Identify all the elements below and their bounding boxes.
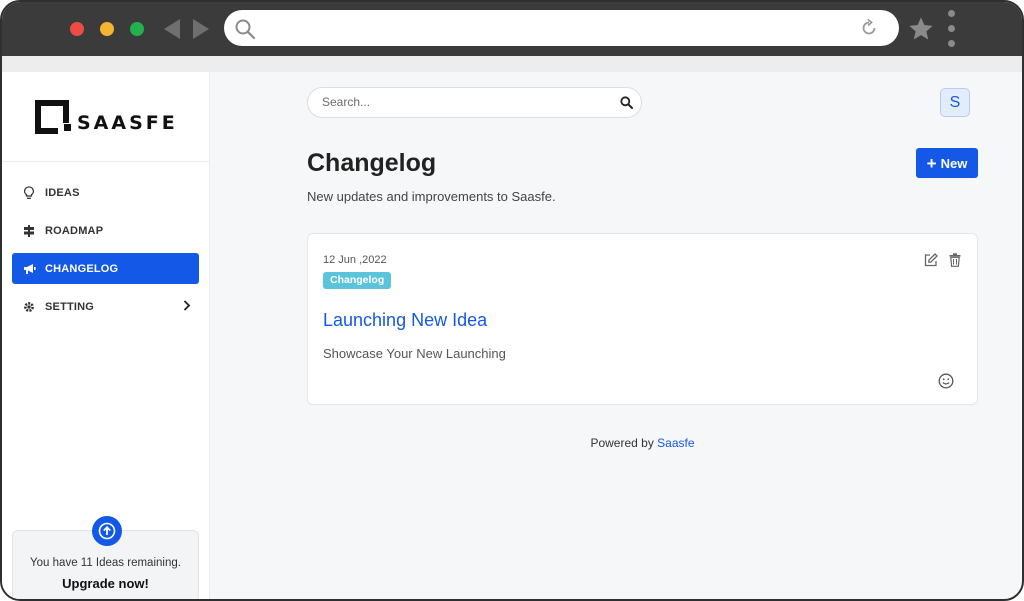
new-button[interactable]: + New (916, 148, 978, 178)
lightbulb-icon (22, 185, 36, 200)
app-window: SAASFE IDEAS ROADMAP CHANGELOG SETTING Y… (0, 0, 1024, 601)
star-icon[interactable] (907, 15, 935, 43)
sidebar-item-label: ROADMAP (45, 224, 104, 237)
changelog-entry-card: 12 Jun ,2022 Changelog Launching New Ide… (307, 233, 978, 405)
avatar[interactable]: S (940, 88, 970, 117)
tab-strip (2, 56, 1022, 72)
sidebar-item-changelog[interactable]: CHANGELOG (12, 253, 199, 284)
browser-toolbar (2, 2, 1022, 56)
plus-icon: + (926, 153, 937, 173)
page-subtitle: New updates and improvements to Saasfe. (307, 189, 556, 204)
signpost-icon (22, 224, 36, 238)
reload-icon[interactable] (859, 18, 879, 38)
sidebar-divider (2, 161, 210, 162)
maximize-window-button[interactable] (130, 22, 144, 36)
trash-icon[interactable] (949, 253, 961, 267)
footer-prefix: Powered by (590, 436, 654, 450)
logo-dot (64, 124, 71, 131)
page-title: Changelog (307, 149, 437, 177)
entry-title[interactable]: Launching New Idea (323, 310, 487, 331)
more-icon[interactable] (948, 10, 956, 55)
sidebar-item-label: IDEAS (45, 186, 80, 199)
edit-icon[interactable] (924, 253, 938, 267)
search-input[interactable] (322, 95, 602, 109)
logo[interactable]: SAASFE (35, 99, 178, 135)
sidebar-item-label: CHANGELOG (45, 262, 119, 275)
sidebar-item-ideas[interactable]: IDEAS (12, 177, 199, 208)
sidebar-item-label: SETTING (45, 300, 95, 313)
arrow-up-circle-icon (92, 516, 122, 546)
sidebar-item-roadmap[interactable]: ROADMAP (12, 215, 199, 246)
sidebar-menu: IDEAS ROADMAP CHANGELOG SETTING (12, 177, 199, 329)
footer-brand-link[interactable]: Saasfe (657, 436, 694, 450)
entry-description: Showcase Your New Launching (323, 346, 506, 361)
forward-icon[interactable] (193, 19, 209, 39)
ideas-remaining-text: You have 11 Ideas remaining. (30, 557, 181, 569)
footer: Powered by Saasfe (307, 436, 978, 450)
sidebar-item-setting[interactable]: SETTING (12, 291, 199, 322)
sidebar: SAASFE IDEAS ROADMAP CHANGELOG SETTING Y… (2, 72, 210, 599)
upgrade-card: You have 11 Ideas remaining. Upgrade now… (12, 516, 199, 599)
search-icon[interactable] (620, 96, 633, 109)
logo-text: SAASFE (77, 112, 178, 134)
close-window-button[interactable] (70, 22, 84, 36)
emoji-reaction-icon[interactable] (938, 373, 954, 389)
search-icon (235, 19, 256, 40)
upgrade-now-link[interactable]: Upgrade now! (13, 576, 198, 591)
address-bar[interactable] (224, 10, 899, 46)
back-icon[interactable] (164, 19, 180, 39)
chevron-right-icon (183, 299, 191, 314)
entry-badge: Changelog (323, 272, 392, 289)
search-box (307, 87, 642, 118)
megaphone-icon (22, 262, 36, 276)
minimize-window-button[interactable] (100, 22, 114, 36)
entry-date: 12 Jun ,2022 (323, 254, 387, 266)
gear-icon (22, 300, 36, 314)
new-button-label: New (940, 155, 968, 171)
